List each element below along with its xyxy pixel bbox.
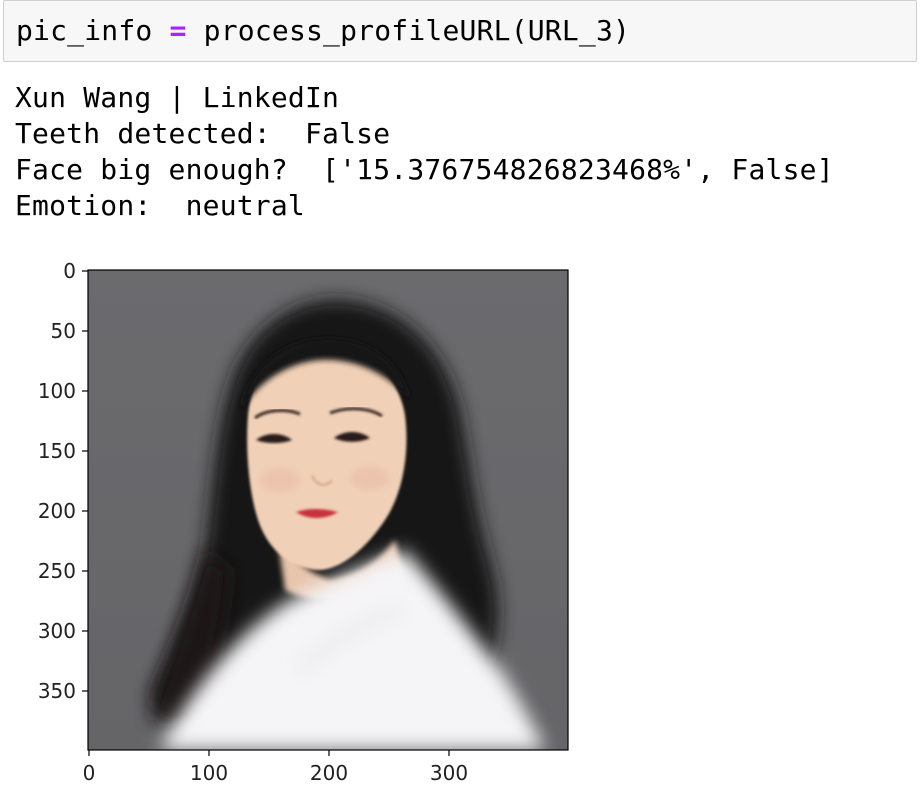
cheek-left xyxy=(260,468,300,492)
y-axis: 0 50 100 150 200 250 300 350 xyxy=(38,259,88,703)
output-line-emotion: Emotion: neutral xyxy=(15,189,305,222)
cell-output: Xun Wang | LinkedIn Teeth detected: Fals… xyxy=(15,80,834,224)
y-tick-label: 350 xyxy=(38,679,76,703)
y-tick-label: 100 xyxy=(38,379,76,403)
cheek-right xyxy=(350,466,390,490)
y-tick-label: 200 xyxy=(38,499,76,523)
profile-photo xyxy=(88,270,568,750)
code-input-cell[interactable]: pic_info = process_profileURL(URL_3) xyxy=(3,0,917,62)
image-plot: 0 50 100 150 200 250 300 350 0 100 200 3… xyxy=(0,250,600,804)
y-tick-label: 50 xyxy=(51,319,76,343)
y-tick-label: 250 xyxy=(38,559,76,583)
code-operator: = xyxy=(169,14,187,47)
code-line[interactable]: pic_info = process_profileURL(URL_3) xyxy=(16,14,630,48)
x-tick-label: 300 xyxy=(430,761,468,785)
x-axis: 0 100 200 300 xyxy=(83,750,468,785)
output-line-face-size: Face big enough? ['15.376754826823468%',… xyxy=(15,153,834,186)
output-line-teeth: Teeth detected: False xyxy=(15,117,391,150)
y-tick-label: 150 xyxy=(38,439,76,463)
output-line-page-title: Xun Wang | LinkedIn xyxy=(15,81,340,114)
image-plot-svg: 0 50 100 150 200 250 300 350 0 100 200 3… xyxy=(38,259,569,785)
y-tick-label: 0 xyxy=(63,259,76,283)
x-tick-label: 0 xyxy=(83,761,96,785)
x-tick-label: 100 xyxy=(190,761,228,785)
y-tick-label: 300 xyxy=(38,619,76,643)
x-tick-label: 200 xyxy=(310,761,348,785)
code-call: process_profileURL(URL_3) xyxy=(203,14,631,47)
code-variable: pic_info xyxy=(16,14,153,47)
